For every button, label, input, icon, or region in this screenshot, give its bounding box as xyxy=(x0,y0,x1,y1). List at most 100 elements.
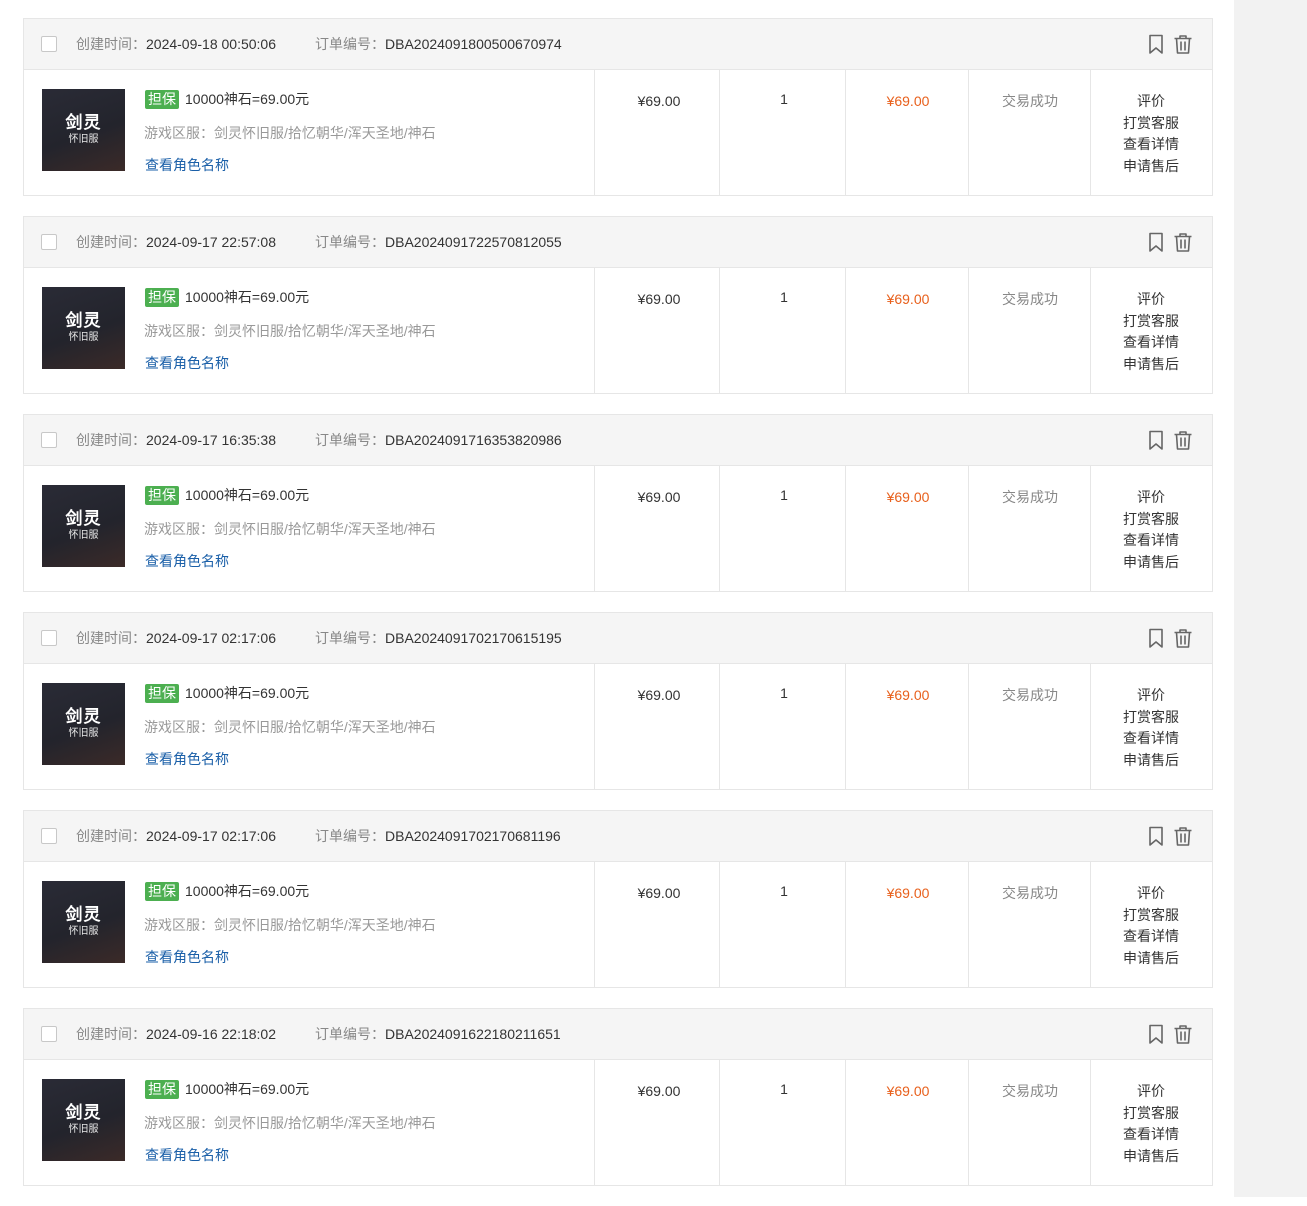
order-select-checkbox[interactable] xyxy=(41,1026,57,1042)
trash-icon[interactable] xyxy=(1172,429,1194,451)
order-status: 交易成功 xyxy=(1002,291,1058,307)
unit-price: ¥69.00 xyxy=(637,687,681,703)
column-divider xyxy=(845,70,846,195)
total-price: ¥69.00 xyxy=(886,93,930,109)
view-details-action[interactable]: 查看详情 xyxy=(1123,926,1179,948)
view-role-name-link[interactable]: 查看角色名称 xyxy=(145,1145,229,1165)
order-list: 创建时间：2024-09-18 00:50:06 订单编号：DBA2024091… xyxy=(23,18,1213,1206)
column-divider xyxy=(719,466,720,591)
created-time: 创建时间：2024-09-18 00:50:06 xyxy=(76,35,276,53)
view-details-action[interactable]: 查看详情 xyxy=(1123,332,1179,354)
view-role-name-link[interactable]: 查看角色名称 xyxy=(145,947,229,967)
column-divider xyxy=(719,862,720,987)
quantity: 1 xyxy=(780,685,788,701)
review-action[interactable]: 评价 xyxy=(1137,487,1165,509)
column-divider xyxy=(719,1060,720,1185)
game-server: 游戏区服：剑灵怀旧服/拾忆朝华/浑天圣地/神石 xyxy=(144,521,436,537)
view-role-name-link[interactable]: 查看角色名称 xyxy=(145,551,229,571)
column-divider xyxy=(719,664,720,789)
column-divider xyxy=(719,70,720,195)
tip-service-action[interactable]: 打赏客服 xyxy=(1123,509,1179,531)
order-header: 创建时间：2024-09-17 02:17:06 订单编号：DBA2024091… xyxy=(24,613,1212,664)
thumbnail-subtitle: 怀旧服 xyxy=(68,332,99,343)
bookmark-icon[interactable] xyxy=(1145,33,1167,55)
product-thumbnail: 剑灵 怀旧服 xyxy=(42,683,125,765)
after-sales-action[interactable]: 申请售后 xyxy=(1123,354,1179,376)
order-select-checkbox[interactable] xyxy=(41,432,57,448)
column-divider xyxy=(845,268,846,393)
review-action[interactable]: 评价 xyxy=(1137,1081,1165,1103)
thumbnail-title: 剑灵 xyxy=(65,509,102,528)
created-time-value: 2024-09-17 02:17:06 xyxy=(146,630,276,646)
review-action[interactable]: 评价 xyxy=(1137,289,1165,311)
after-sales-action[interactable]: 申请售后 xyxy=(1123,552,1179,574)
tip-service-action[interactable]: 打赏客服 xyxy=(1123,707,1179,729)
bookmark-icon[interactable] xyxy=(1145,825,1167,847)
view-details-action[interactable]: 查看详情 xyxy=(1123,530,1179,552)
after-sales-action[interactable]: 申请售后 xyxy=(1123,1146,1179,1168)
order-select-checkbox[interactable] xyxy=(41,828,57,844)
column-divider xyxy=(594,466,595,591)
column-divider xyxy=(968,466,969,591)
after-sales-action[interactable]: 申请售后 xyxy=(1123,948,1179,970)
trash-icon[interactable] xyxy=(1172,627,1194,649)
view-role-name-link[interactable]: 查看角色名称 xyxy=(145,749,229,769)
view-role-name-link[interactable]: 查看角色名称 xyxy=(145,353,229,373)
tip-service-action[interactable]: 打赏客服 xyxy=(1123,113,1179,135)
order-select-checkbox[interactable] xyxy=(41,234,57,250)
order-select-checkbox[interactable] xyxy=(41,36,57,52)
thumbnail-subtitle: 怀旧服 xyxy=(68,530,99,541)
total-price: ¥69.00 xyxy=(886,291,930,307)
column-divider xyxy=(968,268,969,393)
review-action[interactable]: 评价 xyxy=(1137,91,1165,113)
view-details-action[interactable]: 查看详情 xyxy=(1123,728,1179,750)
order-actions: 评价 打赏客服 查看详情 申请售后 xyxy=(1090,91,1212,177)
order-number-label: 订单编号： xyxy=(315,630,385,646)
product-line: 担保 10000神石=69.00元 xyxy=(145,89,309,109)
bookmark-icon[interactable] xyxy=(1145,627,1167,649)
column-divider xyxy=(594,268,595,393)
thumbnail-title: 剑灵 xyxy=(65,707,102,726)
product-line: 担保 10000神石=69.00元 xyxy=(145,1079,309,1099)
trash-icon[interactable] xyxy=(1172,1023,1194,1045)
bookmark-icon[interactable] xyxy=(1145,231,1167,253)
created-time: 创建时间：2024-09-16 22:18:02 xyxy=(76,1025,276,1043)
order-card: 创建时间：2024-09-17 02:17:06 订单编号：DBA2024091… xyxy=(23,810,1213,988)
bookmark-icon[interactable] xyxy=(1145,429,1167,451)
order-card: 创建时间：2024-09-17 16:35:38 订单编号：DBA2024091… xyxy=(23,414,1213,592)
trash-icon[interactable] xyxy=(1172,33,1194,55)
review-action[interactable]: 评价 xyxy=(1137,685,1165,707)
product-line: 担保 10000神石=69.00元 xyxy=(145,287,309,307)
unit-price: ¥69.00 xyxy=(637,93,681,109)
unit-price: ¥69.00 xyxy=(637,885,681,901)
order-number-label: 订单编号： xyxy=(315,36,385,52)
after-sales-action[interactable]: 申请售后 xyxy=(1123,750,1179,772)
order-card: 创建时间：2024-09-17 22:57:08 订单编号：DBA2024091… xyxy=(23,216,1213,394)
right-side-panel xyxy=(1234,0,1307,1197)
view-details-action[interactable]: 查看详情 xyxy=(1123,134,1179,156)
after-sales-action[interactable]: 申请售后 xyxy=(1123,156,1179,178)
tip-service-action[interactable]: 打赏客服 xyxy=(1123,905,1179,927)
unit-price: ¥69.00 xyxy=(637,291,681,307)
trash-icon[interactable] xyxy=(1172,825,1194,847)
tip-service-action[interactable]: 打赏客服 xyxy=(1123,311,1179,333)
order-status: 交易成功 xyxy=(1002,489,1058,505)
game-server: 游戏区服：剑灵怀旧服/拾忆朝华/浑天圣地/神石 xyxy=(144,719,436,735)
bookmark-icon[interactable] xyxy=(1145,1023,1167,1045)
created-time-label: 创建时间： xyxy=(76,630,146,646)
view-details-action[interactable]: 查看详情 xyxy=(1123,1124,1179,1146)
guarantee-badge: 担保 xyxy=(145,287,179,307)
order-status: 交易成功 xyxy=(1002,885,1058,901)
order-number: 订单编号：DBA2024091622180211651 xyxy=(315,1025,561,1043)
trash-icon[interactable] xyxy=(1172,231,1194,253)
review-action[interactable]: 评价 xyxy=(1137,883,1165,905)
order-number-value: DBA2024091622180211651 xyxy=(385,1026,561,1042)
guarantee-badge: 担保 xyxy=(145,485,179,505)
order-number: 订单编号：DBA2024091702170681196 xyxy=(315,827,561,845)
created-time-value: 2024-09-17 02:17:06 xyxy=(146,828,276,844)
thumbnail-subtitle: 怀旧服 xyxy=(68,134,99,145)
order-select-checkbox[interactable] xyxy=(41,630,57,646)
view-role-name-link[interactable]: 查看角色名称 xyxy=(145,155,229,175)
product-line: 担保 10000神石=69.00元 xyxy=(145,881,309,901)
tip-service-action[interactable]: 打赏客服 xyxy=(1123,1103,1179,1125)
